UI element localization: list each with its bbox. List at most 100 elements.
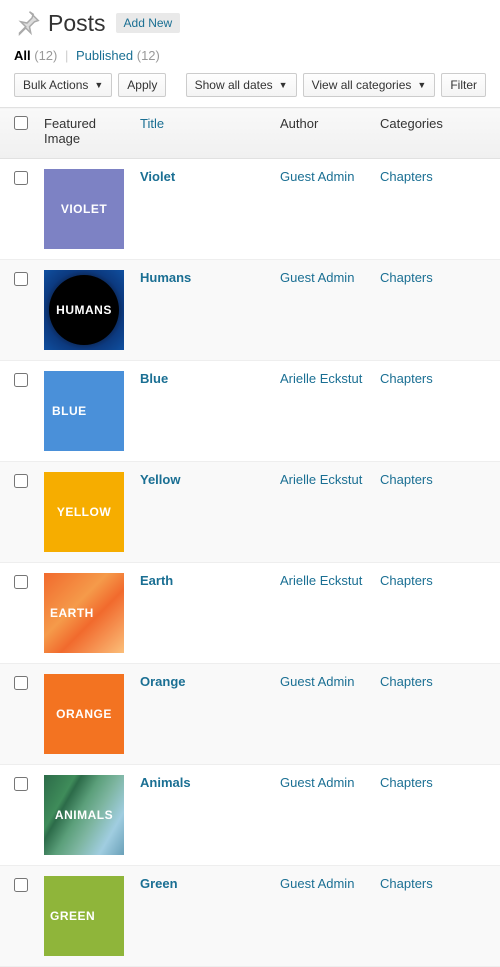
author-cell: Guest Admin (272, 260, 372, 361)
row-checkbox[interactable] (14, 777, 28, 791)
table-row: GREEN Green Guest Admin Chapters (0, 866, 500, 967)
table-row: VIOLET Violet Guest Admin Chapters (0, 159, 500, 260)
category-link[interactable]: Chapters (380, 674, 433, 689)
author-link[interactable]: Arielle Eckstut (280, 472, 362, 487)
featured-image-thumbnail[interactable]: HUMANS (44, 270, 124, 350)
post-title-link[interactable]: Green (140, 876, 178, 891)
featured-image-thumbnail[interactable]: GREEN (44, 876, 124, 956)
separator: | (65, 48, 68, 63)
select-all-checkbox[interactable] (14, 116, 28, 130)
row-checkbox-cell (0, 866, 36, 967)
categories-cell: Chapters (372, 866, 500, 967)
category-link[interactable]: Chapters (380, 876, 433, 891)
title-cell: Orange (132, 664, 272, 765)
post-title-link[interactable]: Humans (140, 270, 191, 285)
bulk-actions-select[interactable]: Bulk Actions ▼ (14, 73, 112, 97)
author-link[interactable]: Guest Admin (280, 876, 354, 891)
post-title-link[interactable]: Blue (140, 371, 168, 386)
author-cell: Arielle Eckstut (272, 462, 372, 563)
bulk-actions-label: Bulk Actions (23, 78, 88, 92)
featured-image-cell: VIOLET (36, 159, 132, 260)
author-cell: Guest Admin (272, 866, 372, 967)
row-checkbox[interactable] (14, 373, 28, 387)
posts-table: Featured Image Title Author Categories V… (0, 107, 500, 967)
category-link[interactable]: Chapters (380, 169, 433, 184)
filter-button[interactable]: Filter (441, 73, 486, 97)
category-link[interactable]: Chapters (380, 270, 433, 285)
featured-image-cell: YELLOW (36, 462, 132, 563)
author-link[interactable]: Arielle Eckstut (280, 371, 362, 386)
categories-cell: Chapters (372, 765, 500, 866)
title-cell: Blue (132, 361, 272, 462)
categories-cell: Chapters (372, 361, 500, 462)
featured-image-thumbnail[interactable]: EARTH (44, 573, 124, 653)
categories-cell: Chapters (372, 462, 500, 563)
categories-cell: Chapters (372, 260, 500, 361)
category-link[interactable]: Chapters (380, 573, 433, 588)
date-filter-label: Show all dates (195, 78, 273, 92)
filter-published-link[interactable]: Published (12) (76, 48, 160, 63)
featured-image-thumbnail[interactable]: YELLOW (44, 472, 124, 552)
date-filter-select[interactable]: Show all dates ▼ (186, 73, 297, 97)
featured-image-cell: ANIMALS (36, 765, 132, 866)
apply-button[interactable]: Apply (118, 73, 166, 97)
table-row: HUMANS Humans Guest Admin Chapters (0, 260, 500, 361)
author-cell: Guest Admin (272, 765, 372, 866)
table-row: EARTH Earth Arielle Eckstut Chapters (0, 563, 500, 664)
filter-published-count: (12) (137, 48, 160, 63)
row-checkbox-cell (0, 361, 36, 462)
category-filter-select[interactable]: View all categories ▼ (303, 73, 436, 97)
category-link[interactable]: Chapters (380, 472, 433, 487)
featured-image-thumbnail[interactable]: ANIMALS (44, 775, 124, 855)
featured-image-thumbnail[interactable]: BLUE (44, 371, 124, 451)
row-checkbox-cell (0, 159, 36, 260)
col-featured: Featured Image (36, 108, 132, 159)
col-title[interactable]: Title (132, 108, 272, 159)
row-checkbox-cell (0, 664, 36, 765)
author-link[interactable]: Guest Admin (280, 775, 354, 790)
author-link[interactable]: Guest Admin (280, 674, 354, 689)
table-header-row: Featured Image Title Author Categories (0, 108, 500, 159)
post-title-link[interactable]: Animals (140, 775, 191, 790)
row-checkbox-cell (0, 462, 36, 563)
add-new-button[interactable]: Add New (116, 13, 181, 33)
featured-image-thumbnail[interactable]: VIOLET (44, 169, 124, 249)
post-title-link[interactable]: Orange (140, 674, 186, 689)
featured-image-cell: GREEN (36, 866, 132, 967)
filter-all-link[interactable]: All (12) (14, 48, 61, 63)
title-cell: Earth (132, 563, 272, 664)
post-title-link[interactable]: Violet (140, 169, 175, 184)
table-controls: Bulk Actions ▼ Apply Show all dates ▼ Vi… (0, 73, 500, 107)
col-title-label: Title (140, 116, 164, 131)
caret-down-icon: ▼ (279, 80, 288, 90)
featured-image-thumbnail[interactable]: ORANGE (44, 674, 124, 754)
featured-image-cell: ORANGE (36, 664, 132, 765)
filter-all-count: (12) (34, 48, 57, 63)
filter-published-label: Published (76, 48, 133, 63)
title-cell: Green (132, 866, 272, 967)
author-link[interactable]: Guest Admin (280, 270, 354, 285)
category-link[interactable]: Chapters (380, 775, 433, 790)
col-author: Author (272, 108, 372, 159)
post-title-link[interactable]: Yellow (140, 472, 180, 487)
category-link[interactable]: Chapters (380, 371, 433, 386)
row-checkbox[interactable] (14, 575, 28, 589)
row-checkbox[interactable] (14, 878, 28, 892)
title-cell: Yellow (132, 462, 272, 563)
row-checkbox[interactable] (14, 676, 28, 690)
col-categories: Categories (372, 108, 500, 159)
row-checkbox-cell (0, 563, 36, 664)
table-row: YELLOW Yellow Arielle Eckstut Chapters (0, 462, 500, 563)
category-filter-label: View all categories (312, 78, 412, 92)
author-link[interactable]: Arielle Eckstut (280, 573, 362, 588)
post-title-link[interactable]: Earth (140, 573, 173, 588)
caret-down-icon: ▼ (417, 80, 426, 90)
author-link[interactable]: Guest Admin (280, 169, 354, 184)
row-checkbox[interactable] (14, 171, 28, 185)
table-row: ORANGE Orange Guest Admin Chapters (0, 664, 500, 765)
row-checkbox[interactable] (14, 474, 28, 488)
table-row: ANIMALS Animals Guest Admin Chapters (0, 765, 500, 866)
page-header: Posts Add New (0, 0, 500, 44)
row-checkbox[interactable] (14, 272, 28, 286)
categories-cell: Chapters (372, 563, 500, 664)
